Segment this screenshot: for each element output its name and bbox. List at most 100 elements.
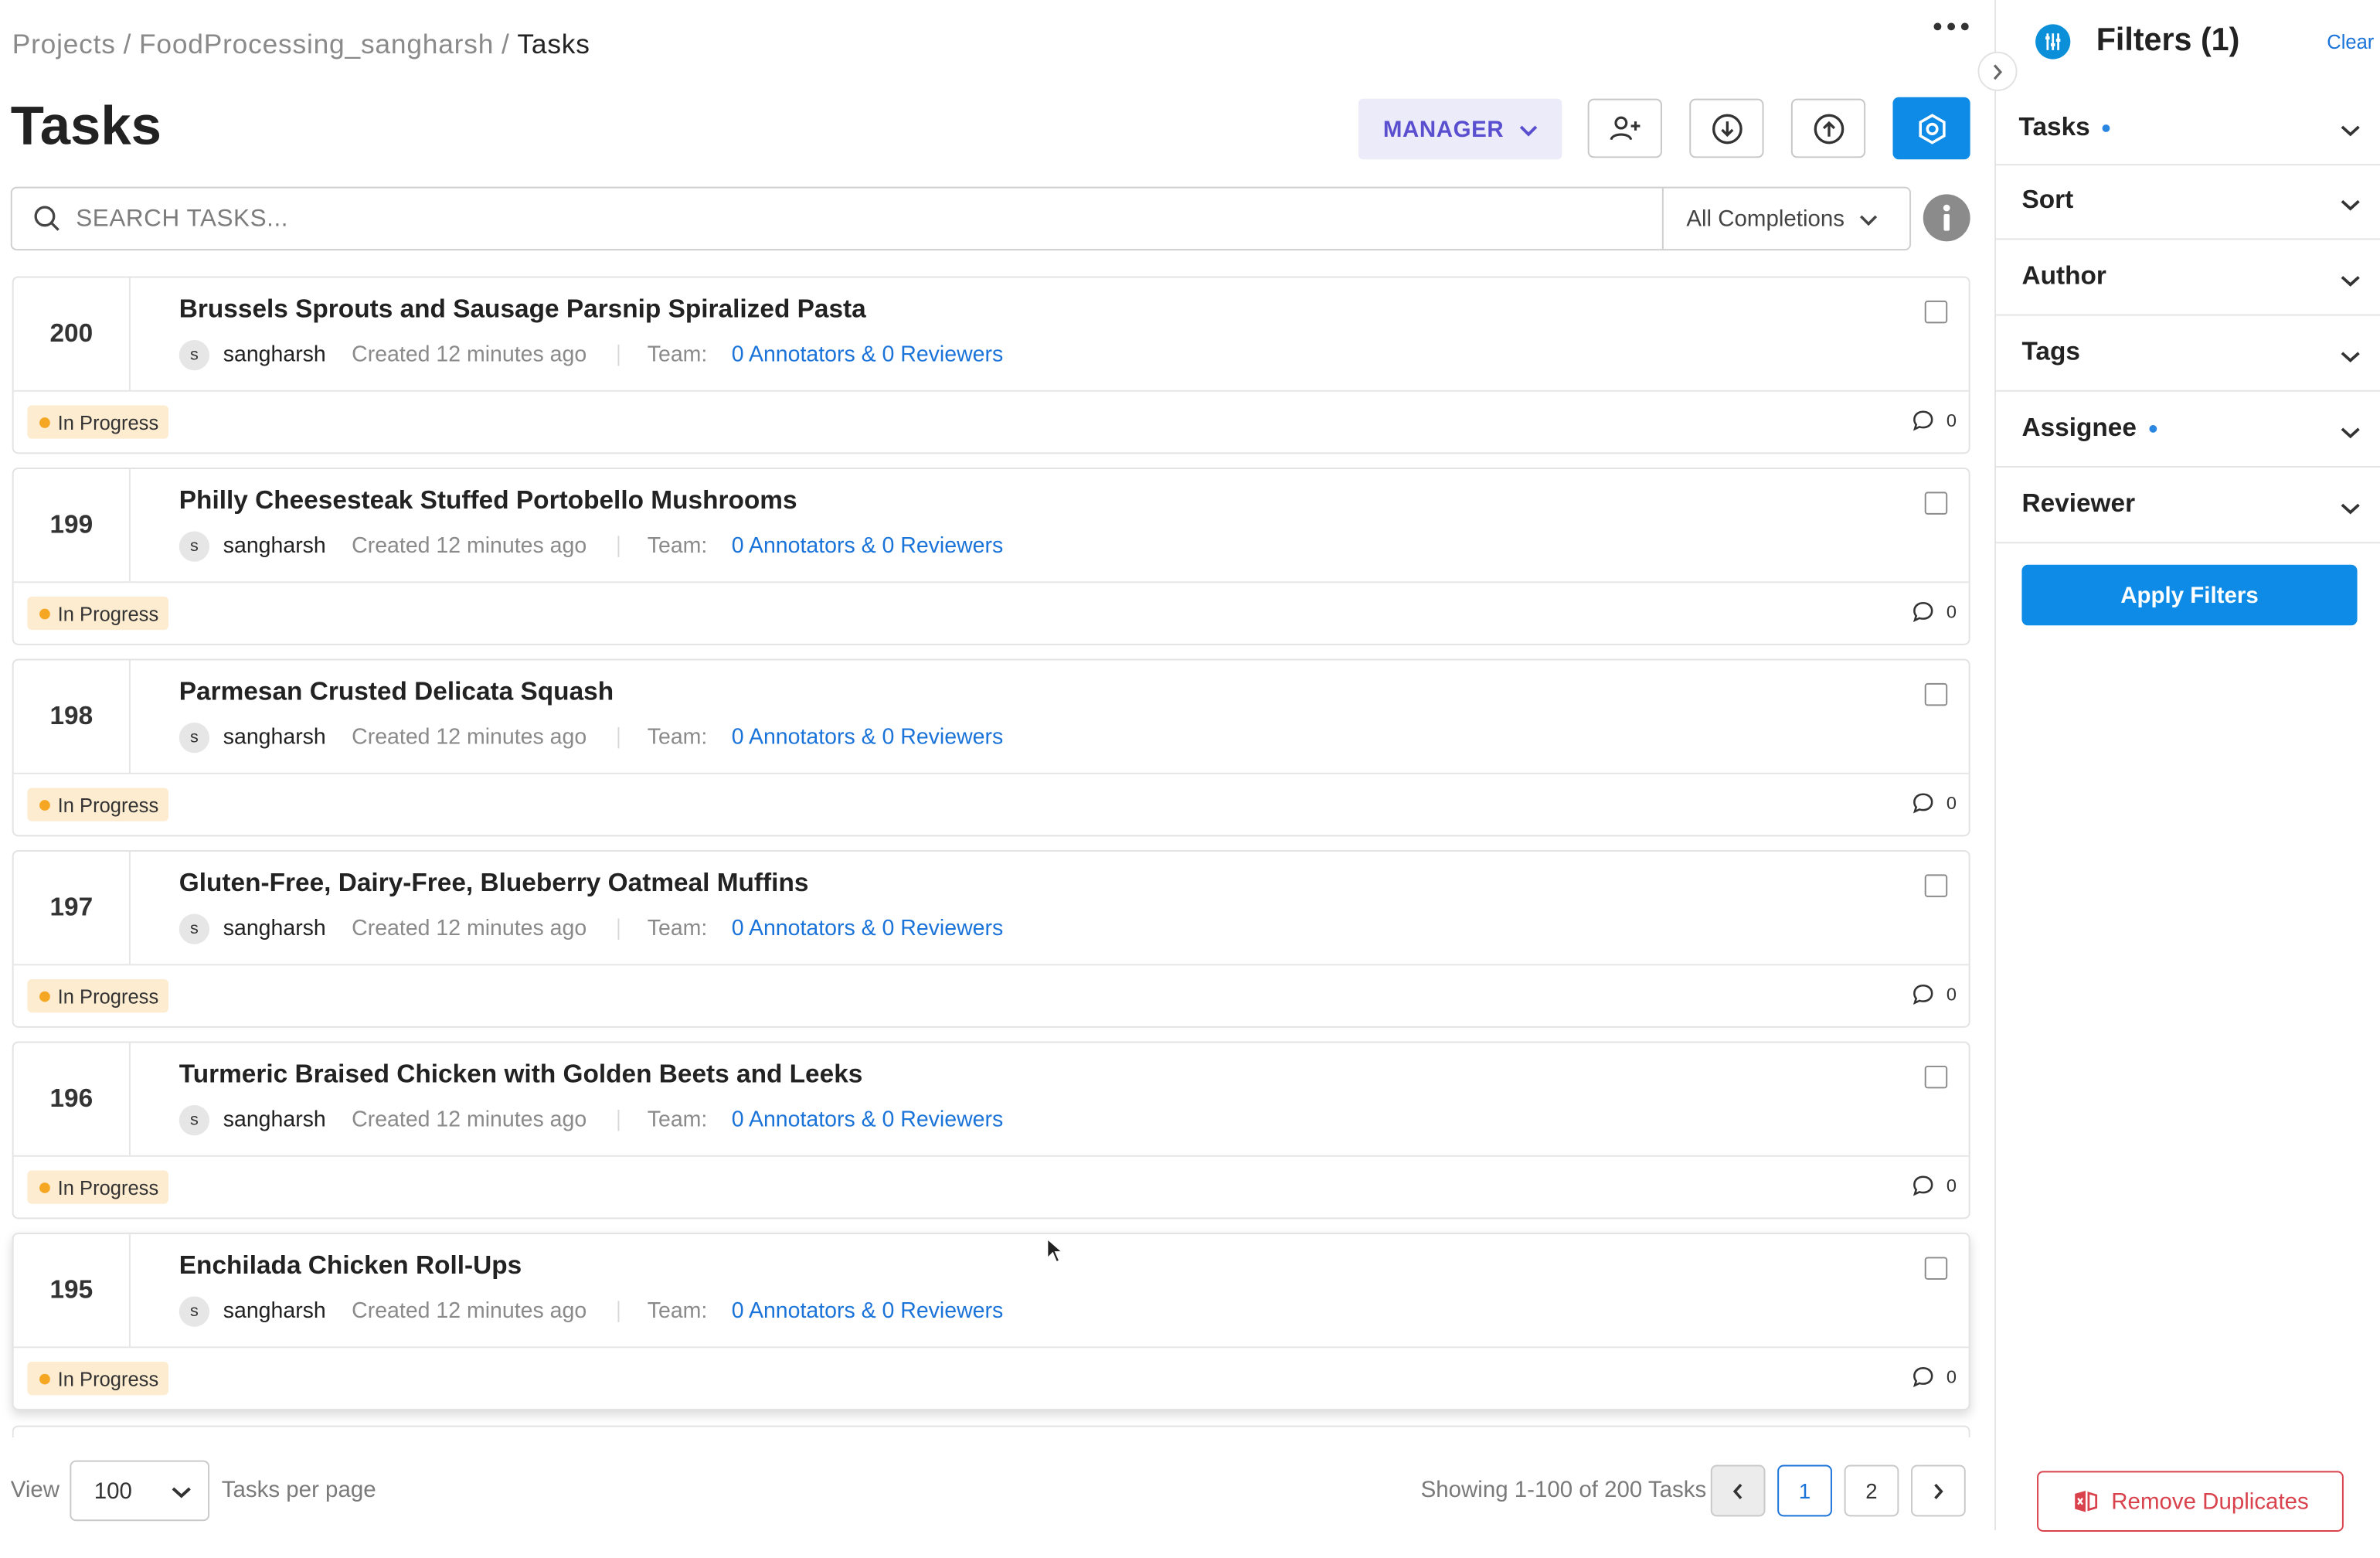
page-1-button[interactable]: 1: [1777, 1464, 1832, 1517]
comments-button[interactable]: 0: [1913, 1175, 1957, 1196]
search-input[interactable]: [73, 188, 1658, 253]
team-link[interactable]: 0 Annotators & 0 Reviewers: [732, 1299, 1003, 1323]
page-title: Tasks: [10, 94, 162, 157]
task-title[interactable]: Enchilada Chicken Roll-Ups: [179, 1251, 522, 1281]
task-id: 198: [14, 660, 131, 773]
avatar: s: [178, 723, 210, 753]
task-created: Created 12 minutes ago: [352, 917, 587, 941]
comments-button[interactable]: 0: [1913, 792, 1957, 814]
avatar: s: [178, 531, 210, 562]
team-label: Team:: [647, 917, 708, 941]
avatar: s: [178, 913, 210, 944]
task-card[interactable]: 197 Gluten-Free, Dairy-Free, Blueberry Oa…: [12, 850, 1970, 1028]
task-card[interactable]: 200 Brussels Sprouts and Sausage Parsnip …: [12, 276, 1970, 454]
task-title[interactable]: Brussels Sprouts and Sausage Parsnip Spi…: [179, 294, 866, 325]
filter-section-assignee[interactable]: Assignee: [1996, 392, 2380, 468]
task-card[interactable]: 199 Philly Cheesesteak Stuffed Portobello…: [12, 468, 1970, 645]
clear-filters-link[interactable]: Clear: [2327, 30, 2374, 53]
collapse-panel-button[interactable]: [1977, 51, 2018, 91]
filter-section-title: Tasks: [2018, 112, 2090, 141]
comments-button[interactable]: 0: [1913, 600, 1957, 623]
comments-button[interactable]: 0: [1913, 410, 1957, 431]
task-card[interactable]: 196 Turmeric Braised Chicken with Golden …: [12, 1041, 1970, 1220]
task-select-checkbox[interactable]: [1924, 300, 1948, 324]
task-created: Created 12 minutes ago: [352, 342, 587, 368]
active-filter-dot: [2102, 124, 2110, 131]
page-2-button[interactable]: 2: [1844, 1464, 1899, 1517]
per-page-select[interactable]: 100: [70, 1460, 210, 1522]
team-label: Team:: [647, 725, 708, 750]
role-dropdown[interactable]: MANAGER: [1358, 98, 1562, 160]
status-label: In Progress: [57, 601, 159, 625]
filter-section-label: Sort: [2021, 185, 2073, 216]
comment-icon: [1913, 410, 1934, 431]
filter-section-sort[interactable]: Sort: [1996, 164, 2380, 240]
upload-icon: [1813, 113, 1844, 144]
chevron-down-icon: [1860, 206, 1878, 231]
remove-duplicates-button[interactable]: Remove Duplicates: [2037, 1471, 2344, 1532]
chevron-left-icon: [1732, 1482, 1742, 1498]
breadcrumb-projects[interactable]: Projects: [12, 29, 116, 59]
filter-section-title: Assignee: [2021, 413, 2137, 442]
add-user-icon: [1609, 115, 1640, 140]
breadcrumb: Projects / FoodProcessing_sangharsh / Tasks: [12, 29, 590, 60]
task-author: sangharsh: [223, 342, 326, 368]
breadcrumb-project[interactable]: FoodProcessing_sangharsh: [139, 29, 494, 59]
task-card[interactable]: 198 Parmesan Crusted Delicata Squash s sang…: [12, 658, 1970, 837]
task-card[interactable]: 195 Enchilada Chicken Roll-Ups s sangharsh C…: [12, 1233, 1970, 1410]
task-title[interactable]: Parmesan Crusted Delicata Squash: [179, 677, 614, 707]
chevron-down-icon: [172, 1478, 192, 1503]
task-select-checkbox[interactable]: [1924, 1257, 1948, 1280]
team-link[interactable]: 0 Annotators & 0 Reviewers: [732, 917, 1003, 941]
breadcrumb-current: Tasks: [517, 29, 590, 60]
task-author: sangharsh: [223, 917, 326, 941]
team-link[interactable]: 0 Annotators & 0 Reviewers: [732, 534, 1003, 558]
task-select-checkbox[interactable]: [1924, 874, 1948, 897]
completion-filter-select[interactable]: All Completions: [1661, 188, 1911, 250]
status-badge: In Progress: [27, 788, 169, 822]
task-id: 200: [14, 277, 131, 390]
task-title[interactable]: Turmeric Braised Chicken with Golden Bee…: [179, 1060, 863, 1090]
task-select-checkbox[interactable]: [1924, 682, 1948, 706]
comment-count: 0: [1946, 600, 1957, 623]
task-author: sangharsh: [223, 1107, 326, 1133]
team-label: Team:: [647, 1107, 708, 1133]
meta-divider: [618, 1301, 620, 1322]
more-horizontal-icon[interactable]: [1925, 9, 1977, 43]
prev-page-button[interactable]: [1710, 1464, 1766, 1517]
filter-section-tasks[interactable]: Tasks: [1996, 90, 2380, 166]
comments-button[interactable]: 0: [1913, 1366, 1957, 1387]
chevron-right-icon: [1993, 63, 2003, 80]
team-link[interactable]: 0 Annotators & 0 Reviewers: [732, 343, 1003, 367]
comments-button[interactable]: 0: [1913, 984, 1957, 1005]
info-icon[interactable]: [1923, 194, 1970, 242]
team-link[interactable]: 0 Annotators & 0 Reviewers: [732, 1108, 1003, 1132]
filter-section-reviewer[interactable]: Reviewer: [1996, 468, 2380, 544]
task-author: sangharsh: [223, 534, 326, 559]
status-badge: In Progress: [27, 1361, 169, 1396]
comment-count: 0: [1946, 983, 1957, 1005]
filter-section-tags[interactable]: Tags: [1996, 316, 2380, 392]
avatar: s: [178, 1105, 210, 1136]
filter-section-author[interactable]: Author: [1996, 240, 2380, 316]
apply-filters-button[interactable]: Apply Filters: [2021, 564, 2358, 626]
remove-duplicates-label: Remove Duplicates: [2111, 1488, 2309, 1515]
filters-panel: Filters (1) Clear Tasks Sort Author Tags Ass…: [1994, 0, 2380, 1532]
comment-count: 0: [1946, 1175, 1957, 1196]
filter-section-label: Author: [2021, 261, 2106, 291]
task-select-checkbox[interactable]: [1924, 492, 1948, 515]
comment-count: 0: [1946, 410, 1957, 431]
chevron-down-icon: [2341, 419, 2361, 446]
task-select-checkbox[interactable]: [1924, 1065, 1948, 1089]
breadcrumb-separator: /: [123, 29, 132, 60]
task-title[interactable]: Gluten-Free, Dairy-Free, Blueberry Oatme…: [179, 869, 809, 899]
download-button[interactable]: [1689, 98, 1764, 158]
team-link[interactable]: 0 Annotators & 0 Reviewers: [732, 726, 1003, 750]
task-meta: s sangharsh Created 12 minutes ago Team: 0 A…: [178, 723, 1003, 753]
upload-button[interactable]: [1790, 98, 1866, 158]
next-page-button[interactable]: [1911, 1464, 1966, 1517]
add-user-button[interactable]: [1587, 98, 1662, 158]
duplicate-remove-icon: [2075, 1490, 2098, 1512]
task-title[interactable]: Philly Cheesesteak Stuffed Portobello Mu…: [179, 486, 797, 516]
settings-button[interactable]: [1892, 97, 1970, 160]
